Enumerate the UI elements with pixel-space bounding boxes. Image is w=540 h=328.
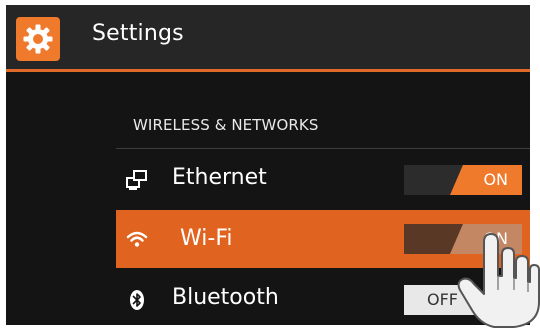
ethernet-icon [126,170,147,190]
title-bar: Settings [6,5,530,72]
ethernet-toggle[interactable]: ON [404,165,522,195]
bluetooth-icon [130,290,144,310]
ethernet-label: Ethernet [172,165,267,190]
toggle-state-text: OFF [427,290,458,309]
divider [116,148,530,149]
gear-icon[interactable] [16,17,60,61]
toggle-state-text: ON [483,170,508,189]
hand-cursor-icon [457,233,540,328]
list-item-ethernet[interactable]: Ethernet ON [116,151,530,209]
section-header: WIRELESS & NETWORKS [133,116,319,134]
wifi-label: Wi-Fi [180,226,233,251]
wifi-icon [126,231,148,247]
settings-screen: Settings WIRELESS & NETWORKS Ethernet ON… [6,5,530,325]
page-title: Settings [92,21,184,46]
bluetooth-label: Bluetooth [172,285,279,310]
